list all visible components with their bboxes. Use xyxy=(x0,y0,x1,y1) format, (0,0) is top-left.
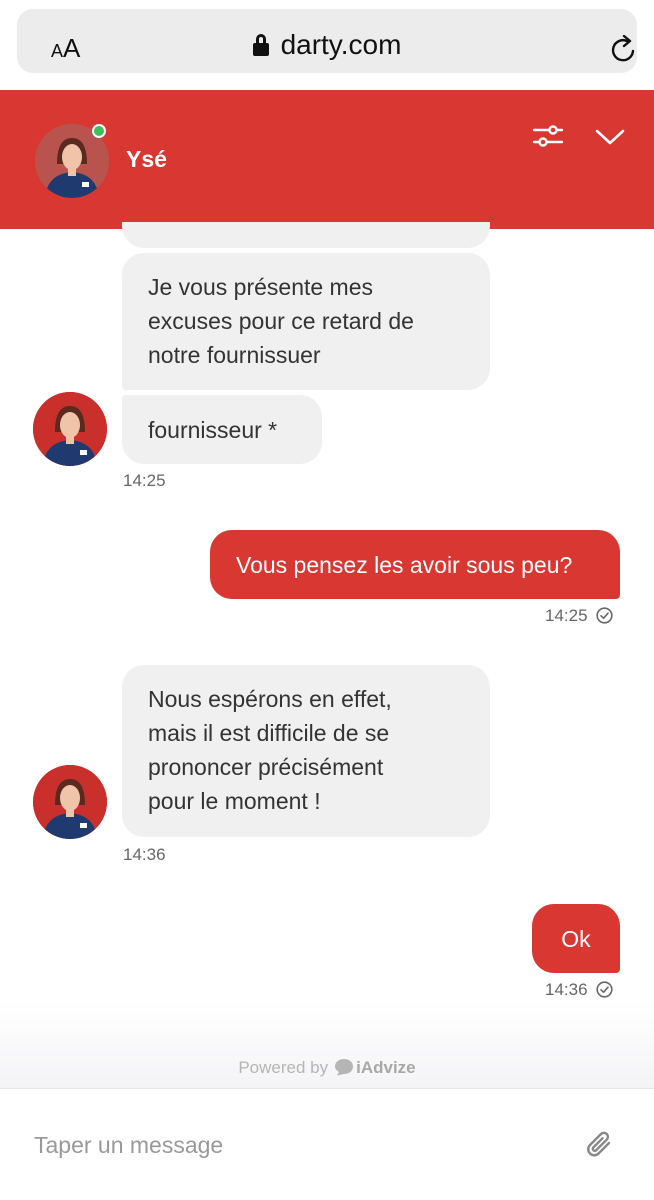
address-field[interactable]: darty.com xyxy=(17,29,637,61)
agent-avatar xyxy=(33,392,107,466)
agent-message-bubble: Nous espérons en effet, mais il est diff… xyxy=(122,665,490,837)
message-line: Je vous présente mes xyxy=(148,274,374,300)
agent-avatar xyxy=(33,765,107,839)
message-composer xyxy=(0,1088,654,1200)
message-line: pour le moment ! xyxy=(148,788,321,814)
agent-message-bubble: fournisseur * xyxy=(122,395,322,464)
message-timestamp: 14:36 xyxy=(123,845,166,864)
message-timestamp: 14:25 xyxy=(545,606,613,626)
online-status-indicator xyxy=(92,124,106,138)
agent-message-bubble: Je vous présente mes excuses pour ce ret… xyxy=(122,253,490,390)
message-line: Ok xyxy=(561,926,591,952)
chat-header: Ysé xyxy=(0,90,654,229)
timestamp-text: 14:25 xyxy=(545,606,588,625)
message-line: Vous pensez les avoir sous peu? xyxy=(236,552,573,578)
powered-by: Powered by iAdvize xyxy=(0,1058,654,1078)
message-timestamp: 14:25 xyxy=(123,471,166,490)
paperclip-icon[interactable] xyxy=(582,1127,618,1163)
browser-bar: AA darty.com xyxy=(0,0,654,90)
reload-icon[interactable] xyxy=(609,35,639,65)
domain-text: darty.com xyxy=(280,29,402,60)
brand-name: iAdvize xyxy=(356,1058,416,1077)
url-bar[interactable]: AA darty.com xyxy=(17,9,637,73)
agent-message-bubble-partial xyxy=(122,222,490,248)
powered-by-label: Powered by xyxy=(238,1058,329,1077)
check-circle-icon xyxy=(595,981,613,998)
message-line: fournisseur * xyxy=(148,417,278,443)
timestamp-text: 14:36 xyxy=(545,980,588,999)
message-line: prononcer précisément xyxy=(148,754,384,780)
message-line: excuses pour ce retard de xyxy=(148,308,414,334)
message-line: Nous espérons en effet, xyxy=(148,686,392,712)
iadvize-logo-icon xyxy=(335,1059,354,1076)
agent-name: Ysé xyxy=(126,146,167,172)
check-circle-icon xyxy=(595,607,613,624)
message-line: mais il est difficile de se xyxy=(148,720,390,746)
settings-sliders-icon[interactable] xyxy=(532,123,564,149)
lock-icon xyxy=(252,34,269,56)
user-message-bubble: Vous pensez les avoir sous peu? xyxy=(210,530,620,599)
message-input[interactable] xyxy=(34,1125,554,1165)
message-timestamp: 14:36 xyxy=(545,980,613,1000)
chevron-down-icon[interactable] xyxy=(594,126,626,148)
message-line: notre fournissuer xyxy=(148,342,321,368)
user-message-bubble: Ok xyxy=(532,904,620,973)
